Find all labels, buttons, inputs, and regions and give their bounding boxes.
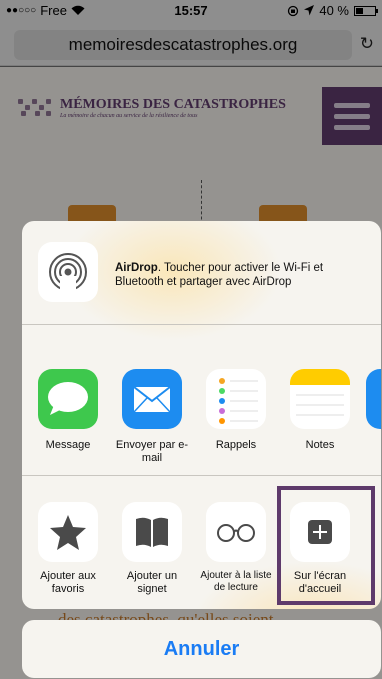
airdrop-icon[interactable] — [38, 242, 98, 302]
app-label: Notes — [305, 439, 335, 451]
share-app-notes[interactable]: Notes — [282, 369, 358, 452]
glasses-icon — [206, 502, 266, 562]
action-label: Ajouter un signet — [126, 570, 178, 595]
app-label: Envoyer par e-mail — [115, 439, 189, 464]
star-icon — [38, 502, 98, 562]
action-add-bookmark[interactable]: Ajouter un signet — [114, 502, 190, 596]
notes-icon — [290, 369, 350, 429]
share-app-more[interactable] — [366, 369, 381, 429]
action-label: Ajouter aux favoris — [40, 570, 96, 595]
book-icon — [122, 502, 182, 562]
highlight-annotation-box — [277, 486, 375, 605]
message-icon — [38, 369, 98, 429]
app-label: Rappels — [215, 439, 257, 451]
share-app-reminders[interactable]: Rappels — [198, 369, 274, 452]
share-sheet: AirDrop. Toucher pour activer le Wi-Fi e… — [22, 221, 381, 609]
airdrop-description: AirDrop. Toucher pour activer le Wi-Fi e… — [115, 262, 324, 288]
app-icon-partial — [366, 369, 381, 429]
divider — [22, 475, 381, 476]
divider — [22, 324, 381, 325]
reminders-icon — [206, 369, 266, 429]
action-add-reading-list[interactable]: Ajouter à la liste de lecture — [198, 502, 274, 594]
share-app-mail[interactable]: Envoyer par e-mail — [114, 369, 190, 465]
share-app-message[interactable]: Message — [30, 369, 106, 452]
mail-icon — [122, 369, 182, 429]
action-add-favorites[interactable]: Ajouter aux favoris — [30, 502, 106, 596]
app-label: Message — [45, 439, 91, 451]
action-label: Ajouter à la liste de lecture — [200, 570, 272, 593]
cancel-button[interactable]: Annuler — [22, 620, 381, 678]
